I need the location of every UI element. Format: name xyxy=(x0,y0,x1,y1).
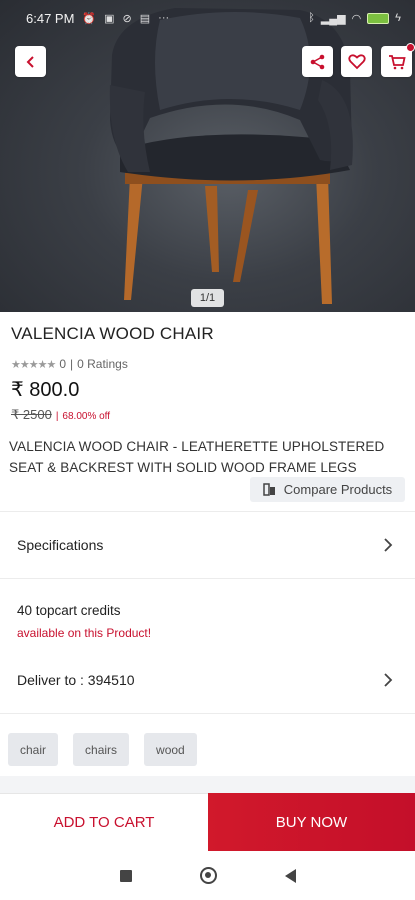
chevron-left-icon xyxy=(26,55,34,68)
next-section-peek xyxy=(0,776,415,794)
buy-now-button[interactable]: BUY NOW xyxy=(208,793,415,851)
share-icon xyxy=(310,54,324,69)
image-counter: 1/1 xyxy=(191,289,224,307)
home-icon[interactable] xyxy=(199,867,217,884)
deliver-to-row[interactable]: Deliver to : 394510 xyxy=(0,662,415,698)
discount-percent: 68.00% off xyxy=(62,411,111,422)
tag-chip[interactable]: wood xyxy=(144,733,197,766)
back-button[interactable] xyxy=(15,46,46,77)
tag-list: chair chairs wood xyxy=(8,733,197,766)
cart-badge xyxy=(406,43,415,52)
cart-icon xyxy=(388,54,406,69)
compare-products-button[interactable]: Compare Products xyxy=(250,477,405,502)
wishlist-button[interactable] xyxy=(341,46,372,77)
star-rating-icon: ★★★★★ xyxy=(11,358,56,371)
recents-icon[interactable] xyxy=(119,869,132,882)
mrp-row: ₹ 2500 | 68.00% off xyxy=(11,407,110,423)
signal-icon: ▂▄▆ xyxy=(320,12,346,25)
system-nav-bar xyxy=(0,851,415,900)
mute-icon: ⊘ xyxy=(122,12,132,25)
rating-separator: | xyxy=(70,357,74,371)
product-price: ₹ 800.0 xyxy=(11,379,80,401)
bluetooth-icon: ᛒ xyxy=(308,12,315,24)
divider xyxy=(0,578,415,579)
deliver-label: Deliver to : 394510 xyxy=(17,672,135,688)
chevron-right-icon xyxy=(384,673,393,687)
compare-label: Compare Products xyxy=(283,482,393,497)
share-button[interactable] xyxy=(302,46,333,77)
mrp-price: ₹ 2500 xyxy=(11,407,52,422)
divider xyxy=(0,511,415,512)
alarm-icon: ⏰ xyxy=(82,12,97,25)
more-dots-icon: ··· xyxy=(158,12,170,24)
product-title: VALENCIA WOOD CHAIR xyxy=(11,324,214,343)
compare-icon xyxy=(263,483,275,496)
back-triangle-icon[interactable] xyxy=(284,868,296,883)
ratings-count: 0 Ratings xyxy=(77,357,128,371)
credits-subtitle: available on this Product! xyxy=(17,626,152,640)
specifications-label: Specifications xyxy=(17,537,104,553)
rating-row[interactable]: ★★★★★ 0 | 0 Ratings xyxy=(11,357,128,371)
credits-title: 40 topcart credits xyxy=(17,603,121,618)
tag-chip[interactable]: chair xyxy=(8,733,59,766)
battery-icon xyxy=(367,12,390,24)
status-time: 6:47 PM xyxy=(26,10,75,26)
tag-chip[interactable]: chairs xyxy=(73,733,130,766)
status-bar: 6:47 PM ⏰ ▣ ⊘ ▤ ··· ᛒ ▂▄▆ ◠ ϟ xyxy=(0,0,415,36)
heart-icon xyxy=(347,53,366,69)
chevron-right-icon xyxy=(384,538,393,552)
action-bar: ADD TO CART BUY NOW xyxy=(0,793,415,851)
discount-separator: | xyxy=(55,411,59,422)
notification-icon: ▤ xyxy=(139,12,151,25)
wifi-icon: ◠ xyxy=(351,12,362,25)
rating-value: 0 xyxy=(59,357,66,371)
cart-button[interactable] xyxy=(381,43,415,77)
charging-icon: ϟ xyxy=(395,12,401,24)
product-image[interactable]: 6:47 PM ⏰ ▣ ⊘ ▤ ··· ᛒ ▂▄▆ ◠ ϟ 1/1 xyxy=(0,0,415,312)
add-to-cart-button[interactable]: ADD TO CART xyxy=(0,793,208,851)
specifications-row[interactable]: Specifications xyxy=(0,527,415,563)
product-description: VALENCIA WOOD CHAIR - LEATHERETTE UPHOLS… xyxy=(9,439,385,475)
sim-icon: ▣ xyxy=(104,12,115,25)
divider xyxy=(0,713,415,714)
